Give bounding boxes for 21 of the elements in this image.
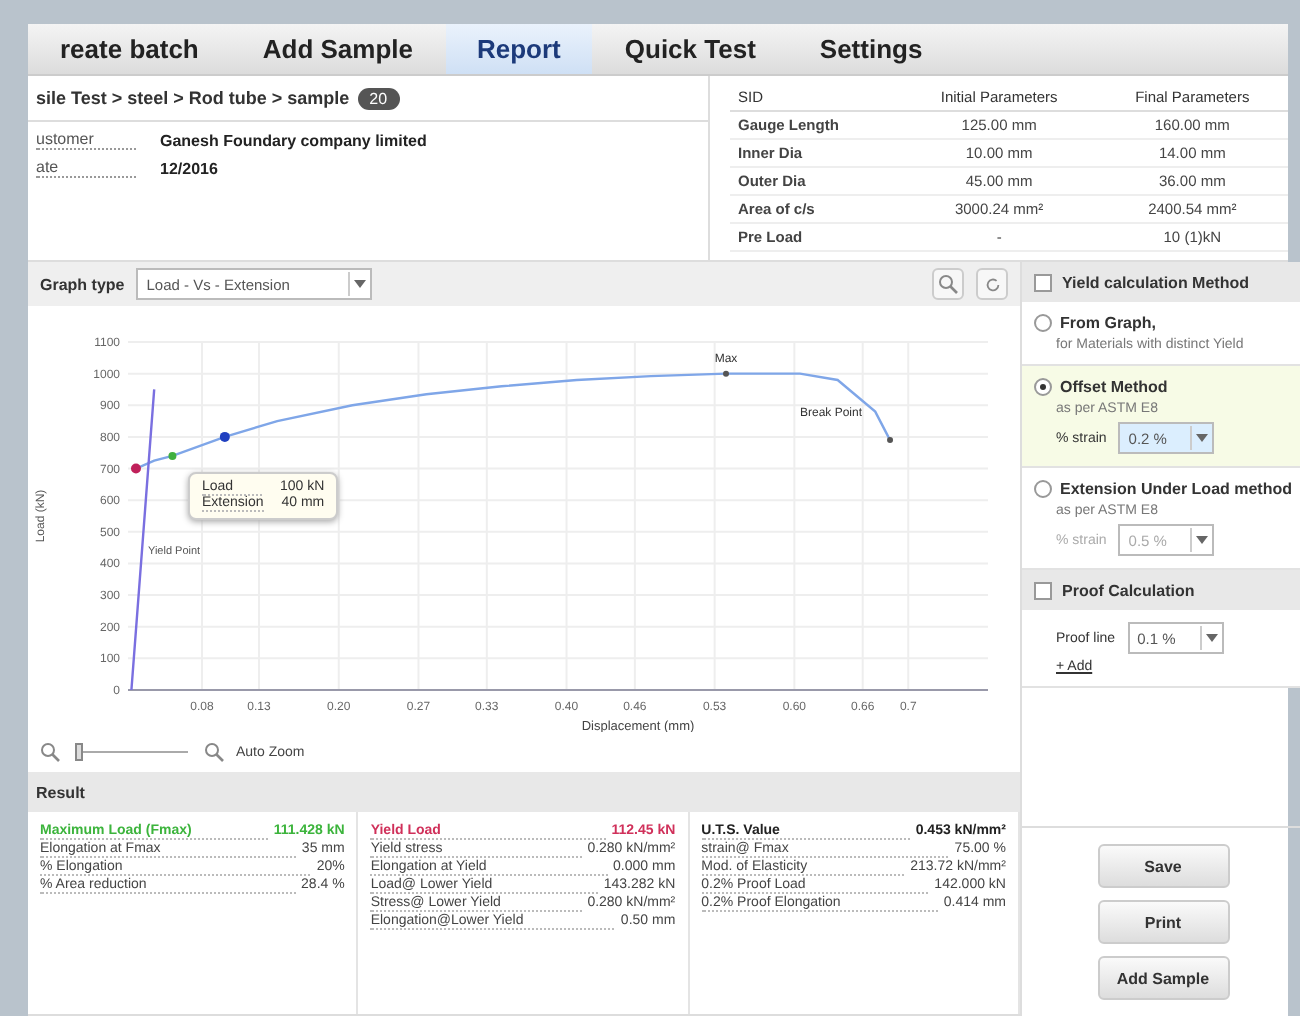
option-title: Offset Method (1060, 378, 1168, 396)
graph-type-label: Graph type (40, 275, 125, 293)
nav-tab[interactable]: Report (445, 24, 593, 74)
nav-tab[interactable]: reate batch (28, 24, 231, 74)
action-button[interactable]: Add Sample (1097, 956, 1229, 1000)
panel-title: Yield calculation Method (1062, 273, 1249, 291)
option-title: Extension Under Load method (1060, 480, 1293, 498)
section-title: Result (36, 783, 85, 801)
panel-title: Proof Calculation (1062, 581, 1195, 599)
info-value: Ganesh Foundary company limited (160, 131, 427, 149)
breadcrumb: sile Test > steel > Rod tube > sample (36, 88, 350, 108)
action-button[interactable]: Save (1097, 844, 1229, 888)
nav-tab[interactable]: Quick Test (592, 24, 788, 74)
nav-tab[interactable]: Add Sample (230, 24, 445, 74)
info-label: ustomer (36, 130, 136, 150)
info-value: 12/2016 (160, 159, 218, 177)
nav-tab[interactable]: Settings (787, 24, 955, 74)
info-label: ate (36, 158, 136, 178)
option-title: From Graph, (1060, 314, 1157, 332)
count-badge: 20 (357, 87, 400, 109)
action-button[interactable]: Print (1097, 900, 1229, 944)
